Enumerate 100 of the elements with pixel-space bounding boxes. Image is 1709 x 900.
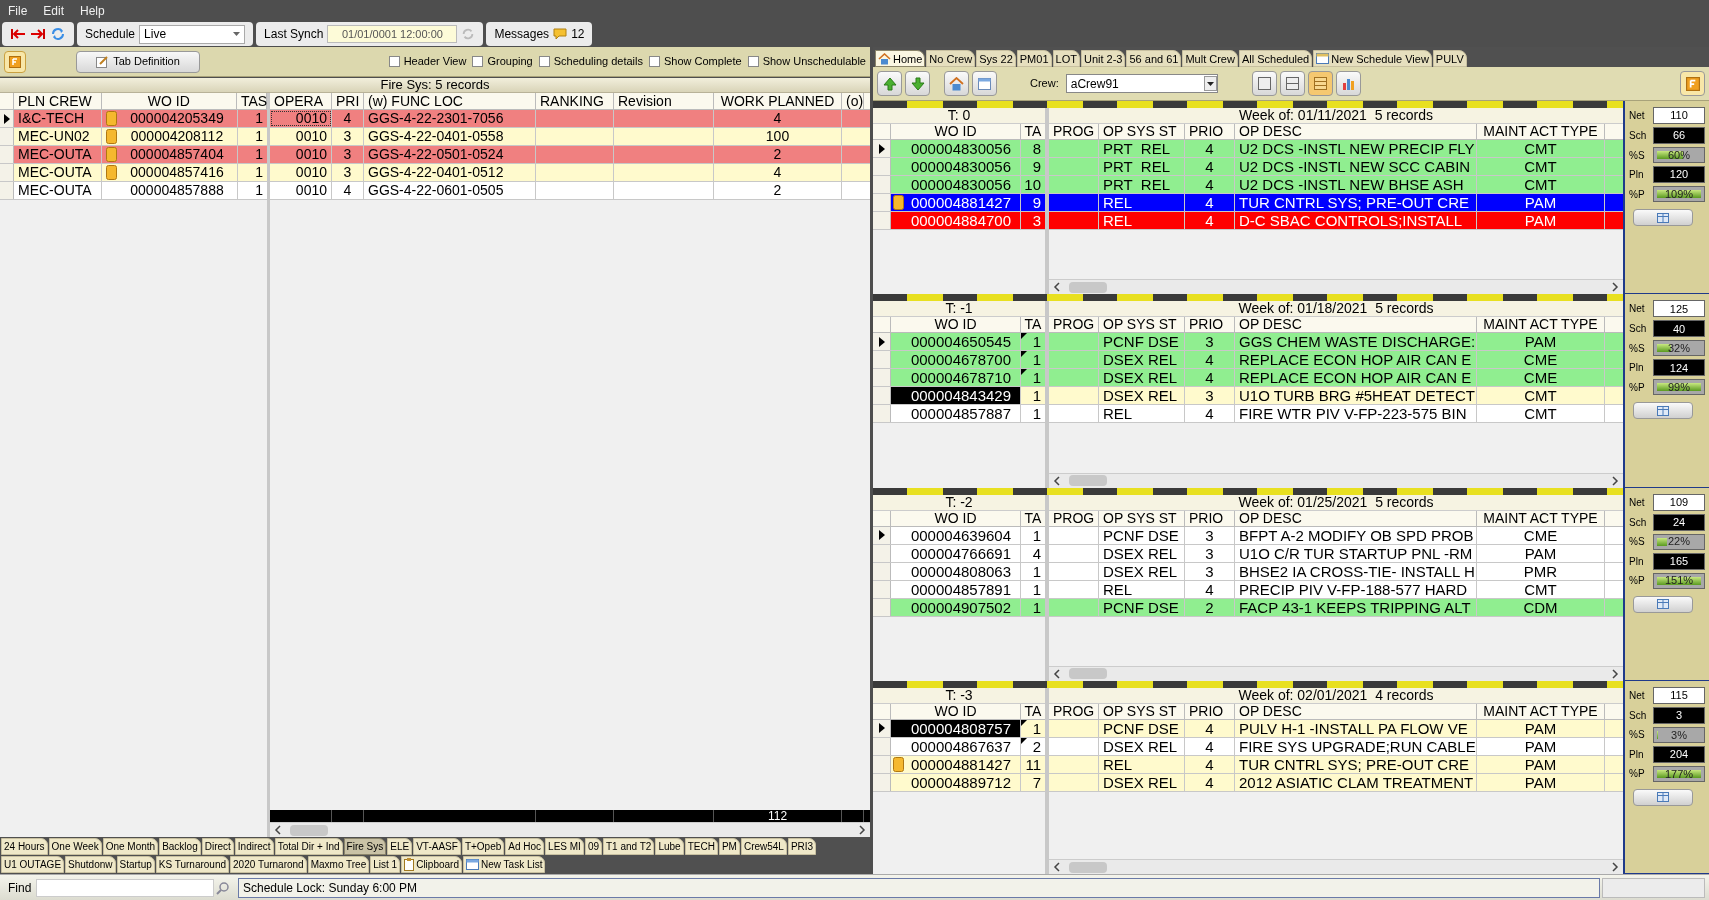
scrollbar-thumb[interactable] [1069,475,1107,486]
column-header[interactable]: MAINT ACT TYPE [1477,510,1605,526]
column-header[interactable]: WO ID [101,93,237,109]
list-tab[interactable]: LES MI [545,838,584,855]
column-header[interactable]: OP SYS ST [1099,124,1185,139]
chevron-left-icon[interactable] [1053,475,1061,486]
list-tab[interactable]: Startup [116,856,155,873]
column-header[interactable]: OP SYS ST [1099,703,1185,719]
table-cell[interactable]: 000004857887 [891,405,1021,423]
refresh-icon[interactable] [461,27,476,41]
table-cell[interactable]: 000004830056 [891,140,1021,157]
column-header[interactable]: WO ID [891,124,1021,139]
table-cell[interactable]: 000004889712 [891,773,1021,791]
row-header-cell[interactable] [873,194,891,211]
table-cell[interactable]: 000004808063 [891,562,1021,580]
column-header[interactable]: OP SYS ST [1099,317,1185,333]
column-header[interactable]: WO ID [891,703,1021,719]
column-header[interactable]: OPERA [270,93,332,109]
list-layout-button[interactable] [1307,71,1333,96]
column-header[interactable]: PROG [1049,703,1099,719]
row-header-cell[interactable] [873,140,891,157]
list-tab[interactable]: One Week [48,838,102,855]
row-header-cell[interactable] [0,128,14,145]
list-tab[interactable]: 24 Hours [1,838,48,855]
filter-button[interactable] [4,50,26,73]
column-header[interactable]: PRIO [1185,317,1235,333]
row-header-cell[interactable] [873,176,891,193]
table-cell[interactable]: 000004830056 [891,158,1021,175]
column-header[interactable]: WO ID [891,510,1021,526]
schedule-tab[interactable]: Home [875,50,926,67]
list-tab[interactable]: Crew54L [740,838,787,855]
row-header-cell[interactable] [873,158,891,175]
details-button[interactable] [1633,209,1693,226]
schedule-tab[interactable]: 56 and 61 [1126,50,1182,67]
list-tab[interactable]: Clipboard [401,856,462,873]
table-cell[interactable]: 000004857891 [891,580,1021,598]
table-cell[interactable]: 0010 [270,146,332,163]
last-record-icon[interactable] [30,28,46,40]
column-header[interactable]: PLN CREW [13,93,102,109]
details-button[interactable] [1633,402,1693,420]
chevron-right-icon[interactable] [1611,668,1619,679]
row-header-cell[interactable] [873,333,891,351]
column-header[interactable]: PROG [1049,124,1099,139]
horizontal-scrollbar[interactable] [1049,859,1623,874]
list-tab[interactable]: Backlog [159,838,201,855]
list-tab[interactable]: PM [718,838,740,855]
menu-item[interactable]: Edit [43,1,65,20]
table-cell[interactable]: 000004843429 [891,387,1021,405]
schedule-tab[interactable]: LOT [1052,50,1080,67]
row-header-cell[interactable] [0,110,14,127]
column-header[interactable]: WORK PLANNED [714,93,842,109]
list-tab[interactable]: ELE [387,838,413,855]
list-tab[interactable]: T+Opeb [461,838,505,855]
list-tab[interactable]: PRI3 [787,838,817,855]
column-header[interactable]: (o) [842,93,864,109]
table-cell[interactable]: 0010 [270,182,332,199]
table-cell[interactable]: 000004881427 [891,194,1021,211]
chevron-left-icon[interactable] [1053,282,1061,293]
column-header[interactable]: MAINT ACT TYPE [1477,124,1605,139]
table-cell[interactable]: 0010 [270,110,332,127]
checkbox[interactable]: Header View [388,53,467,70]
filter-button[interactable] [1680,71,1705,96]
find-field[interactable] [36,878,214,897]
row-header-cell[interactable] [0,182,14,199]
menu-item[interactable]: Help [80,1,105,20]
speech-bubble-icon[interactable] [553,28,568,40]
schedule-tab[interactable]: No Crew [926,50,976,67]
scrollbar-thumb[interactable] [1069,281,1107,293]
schedule-tab[interactable]: New Schedule View [1313,50,1432,67]
column-header[interactable]: PRIO [1185,510,1235,526]
checkbox[interactable]: Show Complete [649,53,742,70]
chevron-left-icon[interactable] [274,825,282,835]
row-header-cell[interactable] [873,405,891,423]
column-header[interactable]: MAINT ACT TYPE [1477,317,1605,333]
list-tab[interactable]: Indirect [234,838,274,855]
menu-item[interactable]: File [8,1,28,20]
row-header-cell[interactable] [873,212,891,229]
list-tab[interactable]: Lube [655,838,684,855]
table-cell[interactable]: 0010 [270,128,332,145]
column-header[interactable]: TA [1021,510,1045,526]
table-cell[interactable]: 000004766691 [891,544,1021,562]
single-layout-button[interactable] [1251,71,1277,96]
home-button[interactable] [944,71,969,96]
schedule-tab[interactable]: Mult Crew [1182,50,1238,67]
column-header[interactable]: TA [1021,703,1045,719]
list-tab[interactable]: Direct [201,838,234,855]
move-down-button[interactable] [905,71,930,96]
table-cell[interactable]: 000004881427 [891,755,1021,773]
column-header[interactable]: OP DESC [1235,124,1477,139]
list-tab[interactable]: New Task List [462,856,546,873]
sync-icon[interactable] [50,26,66,42]
chevron-right-icon[interactable] [858,825,866,835]
row-header-cell[interactable] [873,387,891,405]
schedule-tab[interactable]: Unit 2-3 [1080,50,1126,67]
column-header[interactable]: TA [1021,124,1045,139]
checkbox[interactable]: Show Unschedulable [747,53,866,70]
column-header[interactable]: MAINT ACT TYPE [1477,703,1605,719]
row-header-cell[interactable] [873,369,891,387]
horizontal-scrollbar[interactable] [1049,472,1623,488]
chevron-right-icon[interactable] [1611,282,1619,293]
